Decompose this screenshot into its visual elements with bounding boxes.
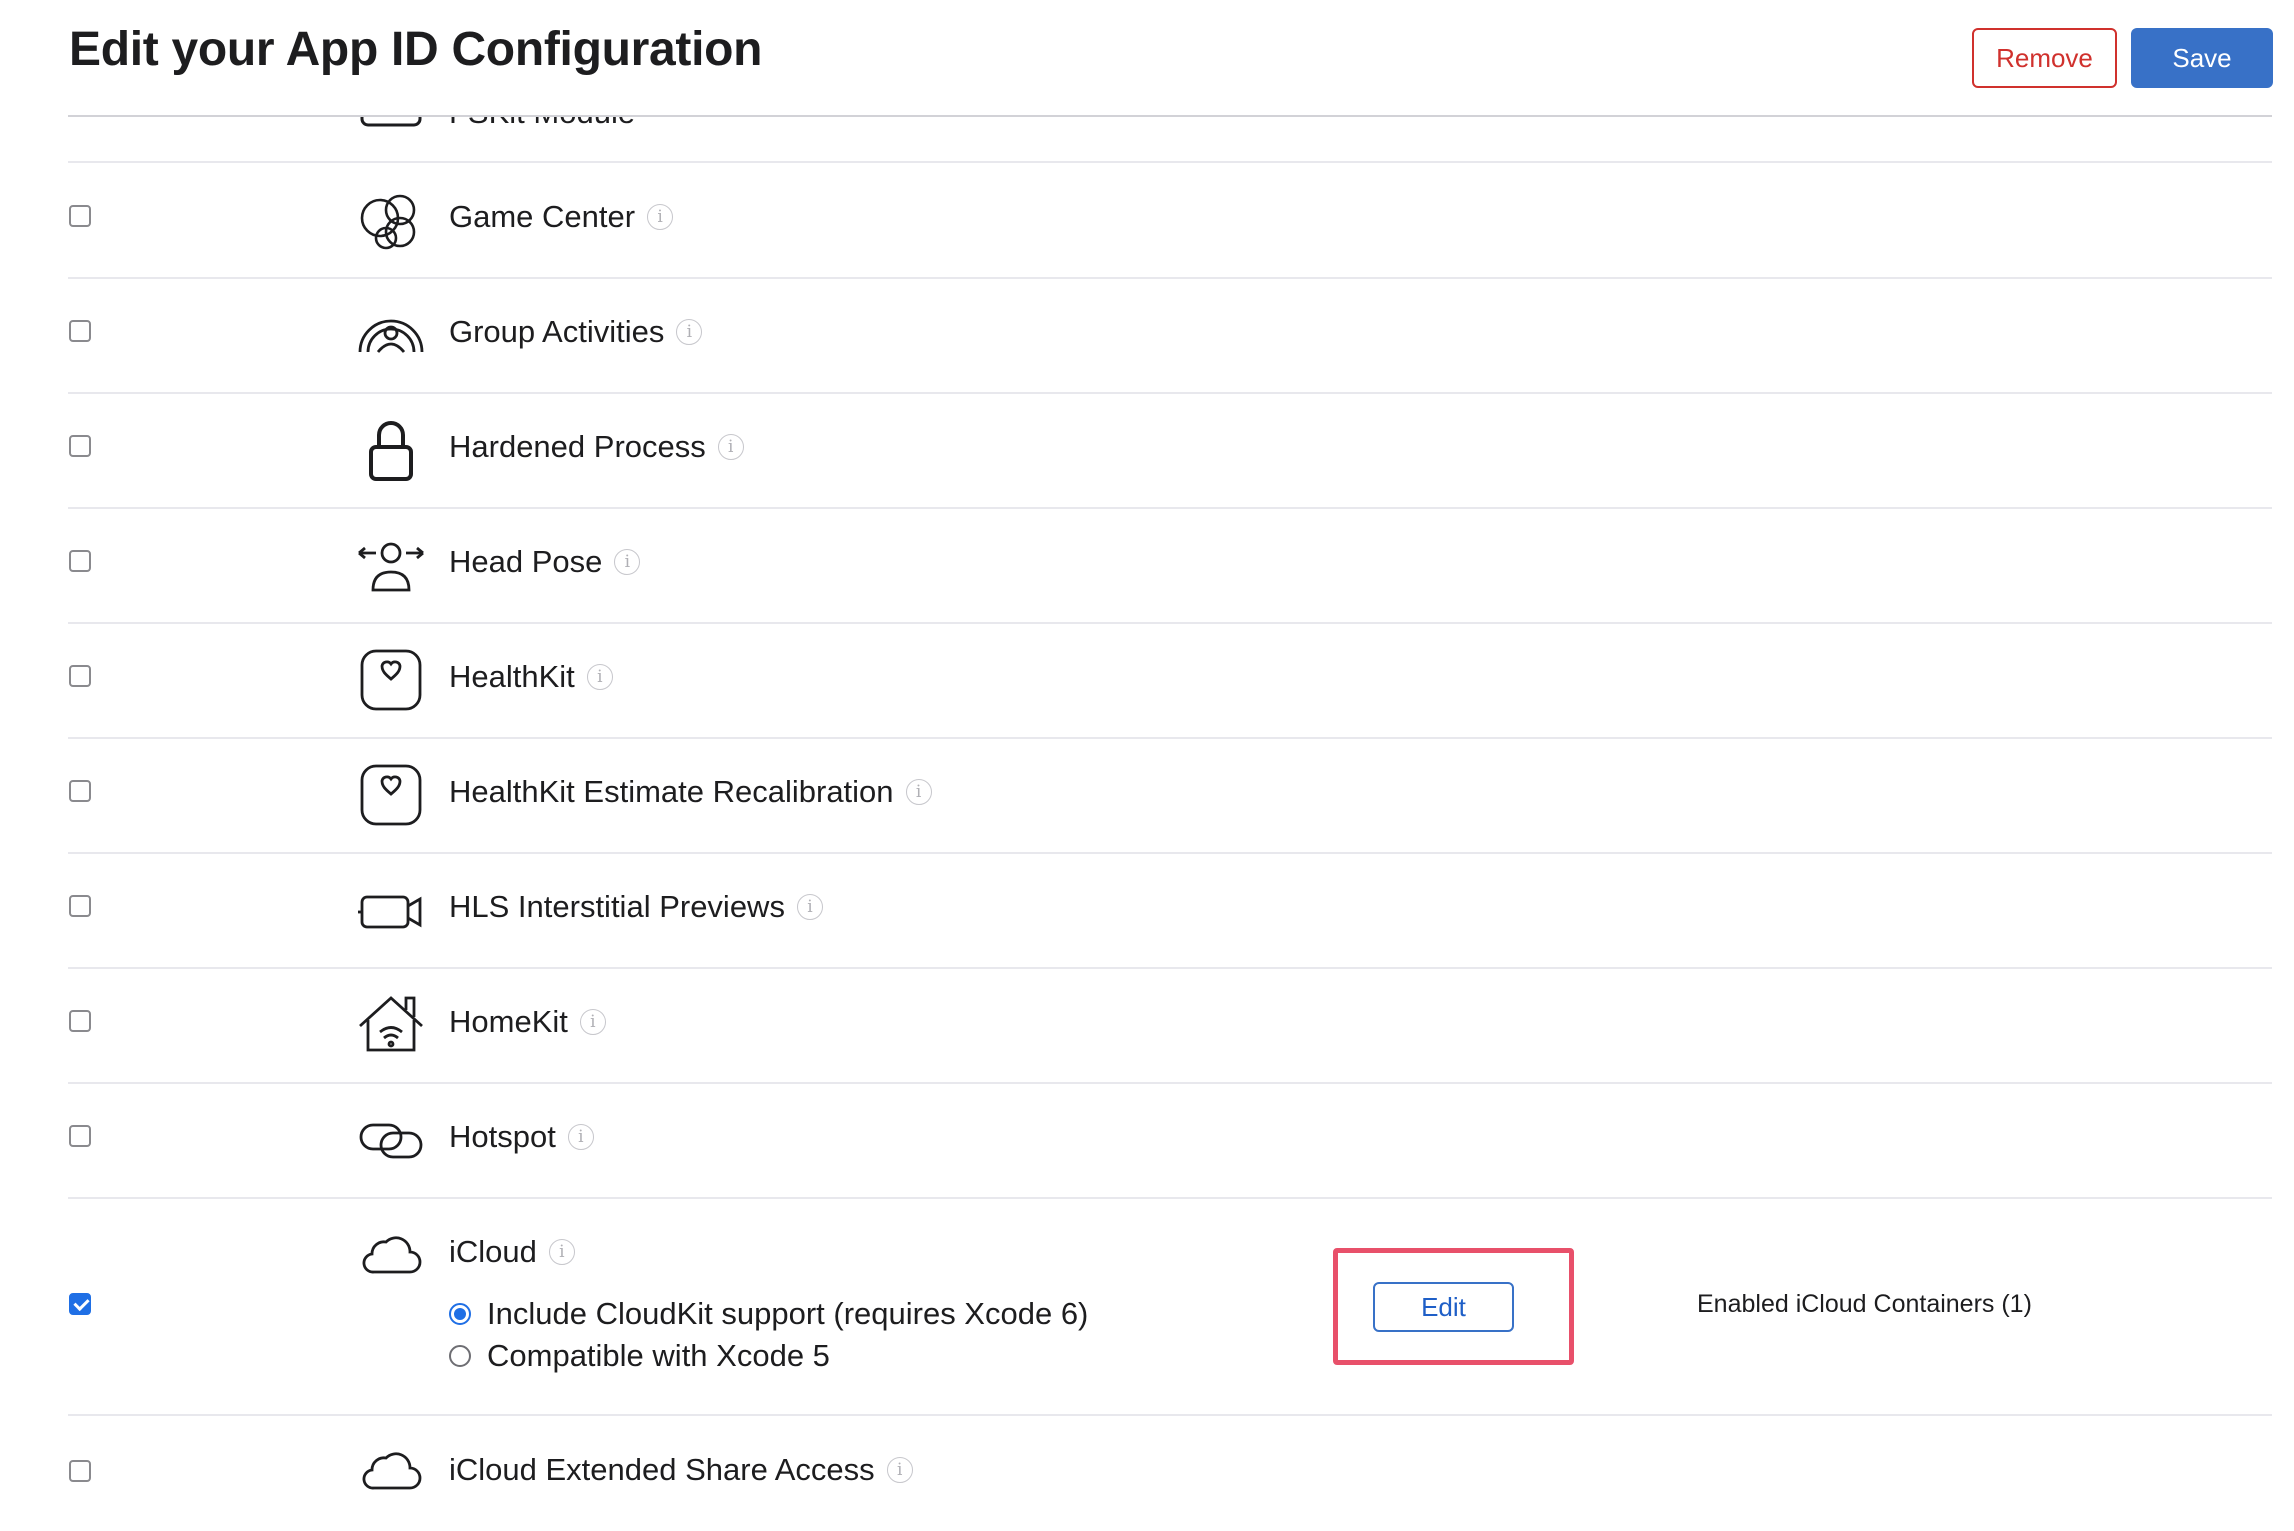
hotspot-icon <box>356 1105 426 1175</box>
info-icon[interactable]: i <box>905 779 932 805</box>
capability-checkbox[interactable] <box>69 665 91 687</box>
page-title: Edit your App ID Configuration <box>69 23 763 76</box>
header-divider <box>68 115 2272 117</box>
capability-checkbox[interactable] <box>69 435 91 457</box>
edit-icloud-containers-button[interactable]: Edit <box>1373 1282 1514 1332</box>
capability-checkbox[interactable] <box>69 895 91 917</box>
capability-label: HealthKit Estimate Recalibration <box>449 774 894 809</box>
group-activities-icon <box>356 300 426 370</box>
capability-label: Hotspot <box>449 1119 556 1154</box>
capability-checkbox[interactable] <box>69 1010 91 1032</box>
capability-row-hotspot: Hotspot i <box>68 1083 2272 1199</box>
info-icon[interactable]: i <box>886 1457 913 1483</box>
capability-row-group-activities: Group Activities i <box>68 278 2272 394</box>
capability-label: HLS Interstitial Previews <box>449 889 785 924</box>
homekit-icon <box>356 990 426 1060</box>
capability-checkbox[interactable] <box>69 550 91 572</box>
video-camera-icon <box>356 875 426 945</box>
healthkit-icon <box>356 645 426 715</box>
capabilities-list: FSKit Module Game Center i <box>0 0 2294 1510</box>
capability-checkbox[interactable] <box>69 780 91 802</box>
cloud-icon <box>356 1220 426 1290</box>
info-icon[interactable]: i <box>567 1124 594 1150</box>
remove-button[interactable]: Remove <box>1972 28 2117 88</box>
info-icon[interactable]: i <box>548 1239 575 1265</box>
cloud-icon <box>356 1436 426 1506</box>
capability-label: iCloud <box>449 1234 537 1269</box>
game-center-icon <box>356 188 426 258</box>
capability-row-hls-previews: HLS Interstitial Previews i <box>68 853 2272 969</box>
capability-checkbox[interactable] <box>69 1125 91 1147</box>
capability-label: Head Pose <box>449 544 603 579</box>
capability-label: Game Center <box>449 199 636 234</box>
capability-row-game-center: Game Center i <box>68 163 2272 279</box>
radio-label: Compatible with Xcode 5 <box>487 1338 830 1373</box>
capability-row-hardened-process: Hardened Process i <box>68 393 2272 509</box>
capability-checkbox[interactable] <box>69 320 91 342</box>
radio-button[interactable] <box>449 1345 471 1367</box>
capability-row-homekit: HomeKit i <box>68 968 2272 1084</box>
capability-row-icloud-extended: iCloud Extended Share Access i <box>68 1416 2272 1531</box>
capability-row-healthkit: HealthKit i <box>68 623 2272 739</box>
radio-option-xcode5[interactable]: Compatible with Xcode 5 <box>449 1338 830 1374</box>
info-icon[interactable]: i <box>614 549 641 575</box>
capability-label: HomeKit <box>449 1004 568 1039</box>
capability-label: Group Activities <box>449 314 665 349</box>
info-icon[interactable]: i <box>717 434 744 460</box>
info-icon[interactable]: i <box>579 1009 606 1035</box>
info-icon[interactable]: i <box>796 894 823 920</box>
radio-option-cloudkit[interactable]: Include CloudKit support (requires Xcode… <box>449 1296 1088 1332</box>
radio-button[interactable] <box>449 1303 471 1325</box>
lock-icon <box>356 415 426 485</box>
capability-label: Hardened Process <box>449 429 706 464</box>
radio-label: Include CloudKit support (requires Xcode… <box>487 1296 1089 1331</box>
enabled-icloud-containers: Enabled iCloud Containers (1) <box>1697 1290 2032 1318</box>
capability-row-head-pose: Head Pose i <box>68 508 2272 624</box>
head-pose-icon <box>356 530 426 600</box>
save-button[interactable]: Save <box>2131 28 2273 88</box>
healthkit-icon <box>356 760 426 830</box>
icloud-checkbox[interactable] <box>69 1293 91 1315</box>
info-icon[interactable]: i <box>647 204 674 230</box>
capability-checkbox[interactable] <box>69 1460 91 1482</box>
capability-checkbox[interactable] <box>69 205 91 227</box>
capability-label: iCloud Extended Share Access <box>449 1452 875 1487</box>
info-icon[interactable]: i <box>676 319 703 345</box>
capability-label: HealthKit <box>449 659 575 694</box>
capability-row-healthkit-recalibration: HealthKit Estimate Recalibration i <box>68 738 2272 854</box>
info-icon[interactable]: i <box>586 664 613 690</box>
page-header: Edit your App ID Configuration Remove Sa… <box>0 0 2294 117</box>
